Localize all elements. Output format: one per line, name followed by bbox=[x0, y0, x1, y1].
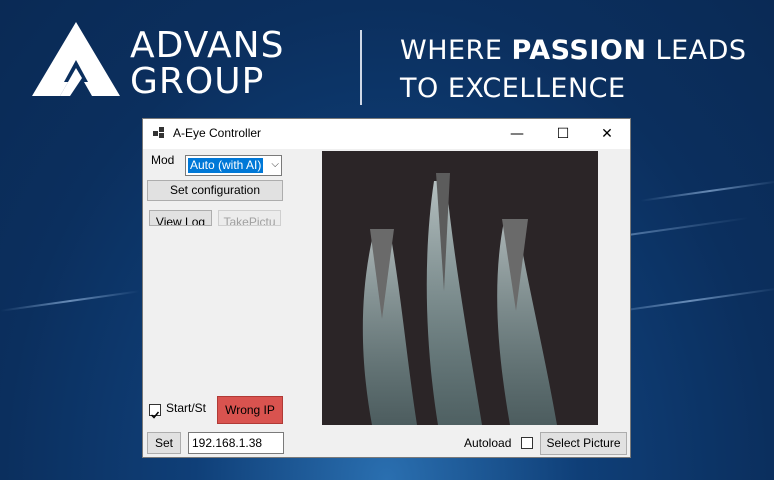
tagline-pre: WHERE bbox=[400, 35, 512, 66]
window-title: A-Eye Controller bbox=[173, 126, 262, 140]
banner-divider bbox=[360, 30, 362, 105]
autoload-label: Autoload bbox=[464, 436, 512, 450]
title-bar[interactable]: A-Eye Controller — ☐ ✕ bbox=[143, 119, 630, 149]
maximize-button[interactable]: ☐ bbox=[540, 119, 586, 149]
ip-address-input[interactable] bbox=[188, 432, 284, 454]
view-log-button[interactable]: View Log bbox=[149, 210, 212, 226]
brand-line-1: ADVANS bbox=[130, 25, 285, 66]
background-streak bbox=[0, 290, 140, 312]
set-ip-button[interactable]: Set bbox=[147, 432, 181, 454]
ships-image bbox=[322, 151, 598, 425]
brand-name: ADVANS GROUP bbox=[130, 28, 284, 100]
tagline-line-2: TO EXCELLENCE bbox=[400, 73, 626, 104]
tagline: WHERE PASSION LEADS TO EXCELLENCE bbox=[400, 32, 747, 108]
take-picture-button[interactable]: TakePictu bbox=[218, 210, 281, 226]
start-stop-checkbox[interactable] bbox=[149, 404, 161, 419]
preview-picture bbox=[322, 151, 598, 425]
tagline-bold: PASSION bbox=[511, 35, 647, 66]
app-window: A-Eye Controller — ☐ ✕ Mod Auto (with AI… bbox=[142, 118, 631, 458]
close-button[interactable]: ✕ bbox=[584, 119, 630, 149]
mode-label: Mod bbox=[151, 153, 175, 167]
wrong-ip-button[interactable]: Wrong IP bbox=[217, 396, 283, 424]
chevron-down-icon[interactable]: ⌵ bbox=[271, 159, 279, 170]
company-banner: ADVANS GROUP WHERE PASSION LEADS TO EXCE… bbox=[0, 0, 774, 115]
select-picture-button[interactable]: Select Picture bbox=[540, 432, 627, 455]
background-streak bbox=[640, 180, 774, 202]
set-configuration-button[interactable]: Set configuration bbox=[147, 180, 283, 201]
mode-selected-value: Auto (with AI) bbox=[188, 158, 264, 173]
check-icon bbox=[150, 411, 160, 419]
autoload-checkbox[interactable] bbox=[521, 437, 533, 449]
minimize-button[interactable]: — bbox=[494, 119, 540, 149]
app-icon bbox=[153, 127, 164, 138]
start-stop-label: Start/St bbox=[166, 401, 207, 415]
advans-logo-icon bbox=[32, 22, 120, 96]
mode-select[interactable]: Auto (with AI) ⌵ bbox=[185, 155, 282, 176]
brand-line-2: GROUP bbox=[130, 61, 265, 102]
tagline-post: LEADS bbox=[646, 35, 747, 66]
